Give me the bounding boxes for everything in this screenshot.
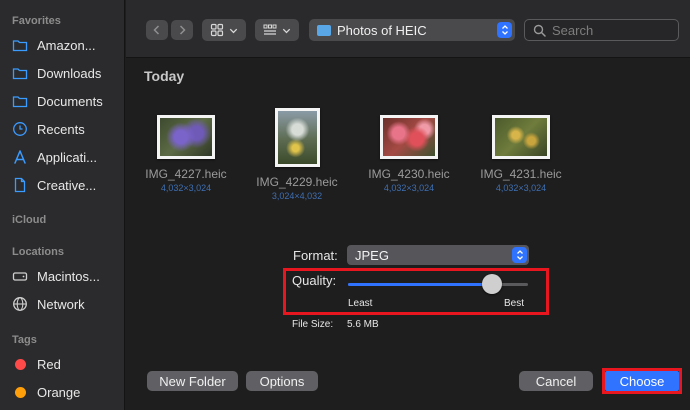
file-thumbnail — [380, 115, 438, 159]
main-panel: Photos of HEIC Today IMG_4227.heic 4,032… — [126, 0, 690, 410]
format-label: Format: — [293, 248, 338, 263]
file-dimensions: 4,032×3,024 — [383, 183, 435, 193]
choose-highlight-box: Choose — [602, 368, 682, 394]
quality-slider[interactable] — [348, 274, 528, 294]
sidebar-item-label: Downloads — [37, 65, 102, 81]
globe-icon — [10, 294, 30, 314]
sidebar-item-applications[interactable]: Applicati... — [10, 145, 122, 169]
location-label: Photos of HEIC — [337, 22, 427, 38]
sidebar-item-downloads[interactable]: Downloads — [10, 61, 122, 85]
file-thumbnail — [492, 115, 550, 159]
sidebar-item-creative[interactable]: Creative... — [10, 173, 122, 197]
popup-stepper-icon — [512, 247, 527, 263]
chevron-down-icon — [229, 28, 237, 33]
sidebar-item-label: Red — [37, 356, 61, 372]
sidebar-item-label: Orange — [37, 384, 81, 400]
quality-label: Quality: — [292, 273, 337, 288]
sidebar-item-tag-orange[interactable]: Orange — [10, 380, 122, 404]
group-icon — [263, 24, 277, 35]
sidebar-item-recents[interactable]: Recents — [10, 117, 122, 141]
chevron-left-icon — [153, 25, 160, 35]
folder-icon — [10, 35, 30, 55]
forward-button[interactable] — [171, 20, 193, 40]
document-icon — [10, 175, 30, 195]
sidebar-item-label: Applicati... — [37, 149, 97, 165]
view-mode-button[interactable] — [202, 19, 246, 41]
file-name: IMG_4227.heic — [145, 167, 227, 181]
search-field[interactable] — [524, 19, 679, 41]
popup-stepper-icon — [497, 22, 512, 38]
clock-icon — [10, 119, 30, 139]
section-header-today: Today — [144, 68, 185, 84]
sidebar-item-label: Macintos... — [37, 268, 100, 284]
format-value: JPEG — [355, 247, 389, 263]
sidebar-item-documents[interactable]: Documents — [10, 89, 122, 113]
search-input[interactable] — [552, 22, 672, 38]
new-folder-button[interactable]: New Folder — [147, 371, 238, 391]
file-size-value: 5.6 MB — [347, 319, 379, 330]
quality-min-label: Least — [348, 298, 373, 309]
grid-icon — [211, 23, 224, 37]
file-thumbnail — [157, 115, 215, 159]
sidebar-item-label: Creative... — [37, 177, 97, 193]
applications-icon — [10, 147, 30, 167]
drive-icon — [10, 266, 30, 286]
chevron-down-icon — [282, 28, 290, 33]
file-item[interactable]: IMG_4227.heic 4,032×3,024 — [134, 105, 238, 193]
search-icon — [533, 24, 546, 37]
cancel-button[interactable]: Cancel — [519, 371, 593, 391]
quality-max-label: Best — [504, 298, 525, 309]
file-size-label: File Size: — [292, 319, 334, 330]
file-dimensions: 4,032×3,024 — [495, 183, 547, 193]
sidebar-item-network[interactable]: Network — [10, 292, 122, 316]
chevron-right-icon — [179, 25, 186, 35]
locations-title: Locations — [12, 246, 64, 258]
tag-red-dot-icon — [10, 354, 30, 374]
file-dimensions: 3,024×4,032 — [271, 191, 323, 201]
sidebar-item-label: Network — [37, 296, 85, 312]
folder-icon — [317, 24, 331, 36]
quality-slider-fill — [348, 283, 492, 286]
sidebar-item-label: Recents — [37, 121, 85, 137]
group-by-button[interactable] — [255, 19, 299, 41]
file-name: IMG_4229.heic — [256, 175, 338, 189]
file-item[interactable]: IMG_4230.heic 4,032×3,024 — [357, 105, 461, 193]
sidebar: Favorites Amazon... Downloads Documents … — [0, 0, 125, 410]
file-thumbnail — [274, 108, 320, 167]
sidebar-item-amazon[interactable]: Amazon... — [10, 33, 122, 57]
toolbar: Photos of HEIC — [126, 0, 690, 58]
sidebar-item-tag-red[interactable]: Red — [10, 352, 122, 376]
folder-icon — [10, 63, 30, 83]
choose-button[interactable]: Choose — [605, 371, 679, 391]
file-item[interactable]: IMG_4231.heic 4,032×3,024 — [469, 105, 573, 193]
location-popup[interactable]: Photos of HEIC — [309, 19, 515, 41]
icloud-title: iCloud — [12, 214, 47, 226]
quality-slider-knob[interactable] — [482, 274, 502, 294]
file-name: IMG_4230.heic — [368, 167, 450, 181]
folder-icon — [10, 91, 30, 111]
format-popup[interactable]: JPEG — [347, 245, 529, 265]
sidebar-item-macintosh[interactable]: Macintos... — [10, 264, 122, 288]
tag-orange-dot-icon — [10, 382, 30, 402]
file-item[interactable]: IMG_4229.heic 3,024×4,032 — [245, 105, 349, 201]
back-button[interactable] — [146, 20, 168, 40]
tags-title: Tags — [12, 334, 37, 346]
file-dimensions: 4,032×3,024 — [160, 183, 212, 193]
sidebar-item-label: Documents — [37, 93, 103, 109]
file-name: IMG_4231.heic — [480, 167, 562, 181]
sidebar-item-label: Amazon... — [37, 37, 96, 53]
options-button[interactable]: Options — [246, 371, 318, 391]
favorites-title: Favorites — [12, 15, 61, 27]
